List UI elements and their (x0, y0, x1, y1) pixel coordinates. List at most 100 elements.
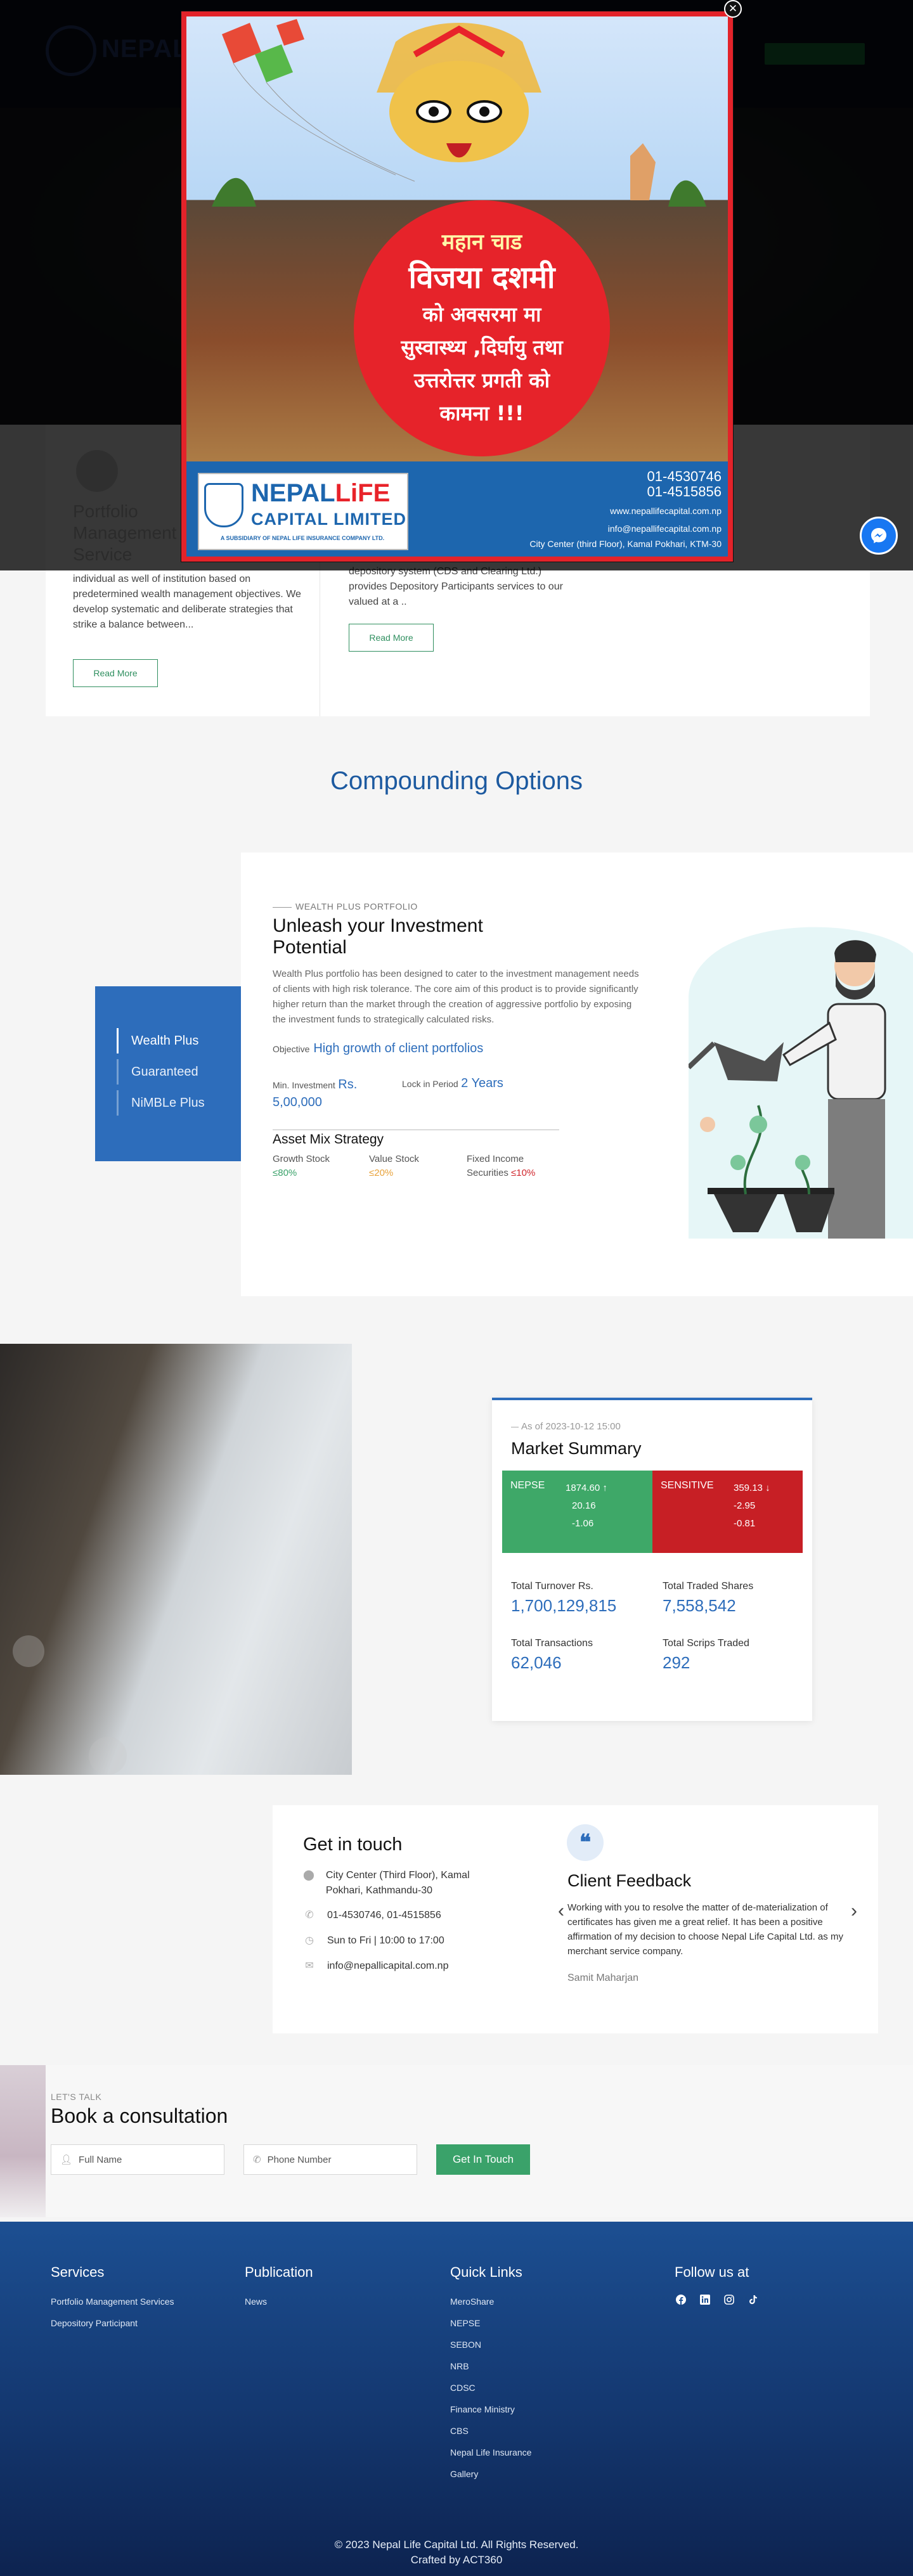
arrow-up-icon: ↑ (602, 1483, 607, 1493)
read-more-button[interactable]: Read More (349, 624, 434, 652)
tab-wealth-plus[interactable]: Wealth Plus (117, 1028, 241, 1053)
contact-email[interactable]: ✉ info@nepallicapital.com.np (303, 1959, 448, 1974)
footer-services-list: Portfolio Management Services Depository… (51, 2291, 174, 2334)
section-title: Compounding Options (330, 767, 583, 795)
tiktok-icon[interactable] (747, 2293, 760, 2306)
stat-label: Total Traded Shares (663, 1581, 754, 1592)
chevron-left-icon[interactable]: ‹ (558, 1900, 564, 1922)
index-change: -2.95 (734, 1500, 756, 1511)
location-pin-icon: ⬤ (303, 1870, 314, 1881)
market-background-photo (0, 1344, 352, 1775)
tab-nimble-plus[interactable]: NiMBLe Plus (117, 1090, 241, 1116)
scrips-stat: Total Scrips Traded 292 (663, 1638, 749, 1673)
phone-number-input[interactable]: ✆ Phone Number (243, 2144, 417, 2175)
consultation-title: Book a consultation (51, 2104, 228, 2127)
index-change: 20.16 (572, 1500, 596, 1511)
as-of-text: As of 2023-10-12 15:00 (521, 1421, 621, 1432)
close-icon[interactable]: ✕ (724, 0, 742, 18)
crafted-by-text[interactable]: Crafted by ACT360 (0, 2553, 913, 2568)
instagram-icon[interactable] (723, 2293, 735, 2306)
objective: Objective High growth of client portfoli… (273, 1041, 483, 1056)
footer-link[interactable]: NEPSE (450, 2312, 531, 2334)
address-text: City Center (Third Floor), Kamal Pokhari… (325, 1870, 470, 1896)
get-in-touch-button[interactable]: Get In Touch (436, 2144, 530, 2175)
copyright-text: © 2023 Nepal Life Capital Ltd. All Right… (334, 2539, 579, 2551)
contact-title: Get in touch (303, 1834, 403, 1855)
objective-label: Objective (273, 1044, 310, 1054)
logo-subtitle: CAPITAL LIMITED (251, 510, 406, 529)
tab-guaranteed[interactable]: Guaranteed (117, 1059, 241, 1085)
footer-link[interactable]: MeroShare (450, 2291, 531, 2312)
greeting-line: सुस्वास्थ्य ,दिर्घायु तथा (401, 335, 563, 359)
messenger-icon[interactable] (860, 517, 898, 555)
market-title: Market Summary (511, 1439, 642, 1458)
phone-text[interactable]: 01-4530746, 01-4515856 (327, 1908, 441, 1923)
popup-website: www.nepallifecapital.com.np (610, 506, 722, 516)
user-icon: 👤︎ (60, 2154, 73, 2165)
popup-address: City Center (third Floor), Kamal Pokhari… (529, 539, 722, 549)
quote-icon: ❝ (567, 1824, 604, 1861)
footer-link[interactable]: News (245, 2291, 267, 2312)
footer-link[interactable]: CBS (450, 2420, 531, 2442)
footer-link[interactable]: NRB (450, 2355, 531, 2377)
nepal-life-capital-logo: NEPALLiFE CAPITAL LIMITED A SUBSIDIARY O… (198, 473, 408, 550)
portfolio-heading: Unleash your Investment Potential (273, 915, 483, 958)
footer-link[interactable]: Nepal Life Insurance (450, 2442, 531, 2463)
feedback-title: Client Feedback (567, 1871, 692, 1890)
footer-publication-title: Publication (245, 2264, 313, 2280)
sensitive-index: SENSITIVE 359.13 ↓ -2.95 -0.81 (652, 1471, 803, 1553)
consultation-image (0, 2065, 46, 2217)
index-values: 359.13 ↓ -2.95 -0.81 (734, 1479, 770, 1533)
hours-text: Sun to Fri | 10:00 to 17:00 (327, 1935, 444, 1946)
contact-hours: ◷ Sun to Fri | 10:00 to 17:00 (303, 1933, 444, 1948)
chevron-right-icon[interactable]: › (851, 1900, 857, 1922)
popup-phone-2: 01-4515856 (647, 484, 722, 499)
phone-icon: ✆ (305, 1910, 314, 1921)
footer-link[interactable]: CDSC (450, 2377, 531, 2399)
traded-shares-stat: Total Traded Shares 7,558,542 (663, 1581, 753, 1616)
mix-value: ≤80% (273, 1168, 297, 1178)
mix-label: Value Stock (369, 1154, 419, 1164)
contact-phone[interactable]: ✆ 01-4530746, 01-4515856 (303, 1908, 441, 1923)
index-value: 359.13 (734, 1483, 763, 1493)
popup-image: महान चाड विजया दशमी को अवसरमा मा सुस्वास… (186, 16, 728, 557)
index-value: 1874.60 (566, 1483, 600, 1493)
email-text[interactable]: info@nepallicapital.com.np (327, 1959, 448, 1974)
service-description: individual as well of institution based … (73, 574, 301, 630)
linkedin-icon[interactable] (699, 2293, 711, 2306)
stat-label: Total Transactions (511, 1638, 593, 1649)
turnover-stat: Total Turnover Rs. 1,700,129,815 (511, 1581, 616, 1616)
feedback-author: Samit Maharjan (567, 1973, 639, 1983)
footer-publication-list: News (245, 2291, 267, 2312)
footer-link[interactable]: Gallery (450, 2463, 531, 2485)
footer-link[interactable]: Depository Participant (51, 2312, 174, 2334)
facebook-icon[interactable] (675, 2293, 687, 2306)
festival-greeting-popup[interactable]: महान चाड विजया दशमी को अवसरमा मा सुस्वास… (181, 11, 733, 562)
clock-icon: ◷ (305, 1935, 314, 1946)
contact-address: ⬤ City Center (Third Floor), Kamal Pokha… (303, 1868, 493, 1898)
full-name-input[interactable]: 👤︎ Full Name (51, 2144, 224, 2175)
popup-email: info@nepallifecapital.com.np (607, 524, 722, 534)
min-investment-label: Min. Investment (273, 1080, 335, 1090)
phone-placeholder: Phone Number (267, 2154, 332, 2165)
stat-value: 62,046 (511, 1653, 562, 1672)
stat-value: 7,558,542 (663, 1596, 736, 1615)
nepse-index: NEPSE 1874.60 ↑ 20.16 -1.06 (502, 1471, 652, 1553)
index-name: SENSITIVE (661, 1480, 714, 1491)
stat-value: 1,700,129,815 (511, 1596, 617, 1615)
index-pct: -1.06 (572, 1518, 594, 1529)
shield-icon (204, 483, 243, 527)
greeting-line: कामना !!! (439, 401, 524, 425)
full-name-placeholder: Full Name (79, 2154, 122, 2165)
footer-link[interactable]: Finance Ministry (450, 2399, 531, 2420)
market-as-of: As of 2023-10-12 15:00 (511, 1421, 621, 1432)
portfolio-eyebrow: WEALTH PLUS PORTFOLIO (273, 901, 418, 911)
transactions-stat: Total Transactions 62,046 (511, 1638, 593, 1673)
mix-growth-stock: Growth Stock ≤80% (273, 1152, 330, 1180)
footer-link[interactable]: SEBON (450, 2334, 531, 2355)
mix-value: ≤20% (369, 1168, 394, 1178)
read-more-button[interactable]: Read More (73, 659, 158, 687)
greeting-line: विजया दशमी (408, 260, 555, 295)
footer-link[interactable]: Portfolio Management Services (51, 2291, 174, 2312)
greeting-line: उत्तरोत्तर प्रगती को (413, 368, 550, 392)
